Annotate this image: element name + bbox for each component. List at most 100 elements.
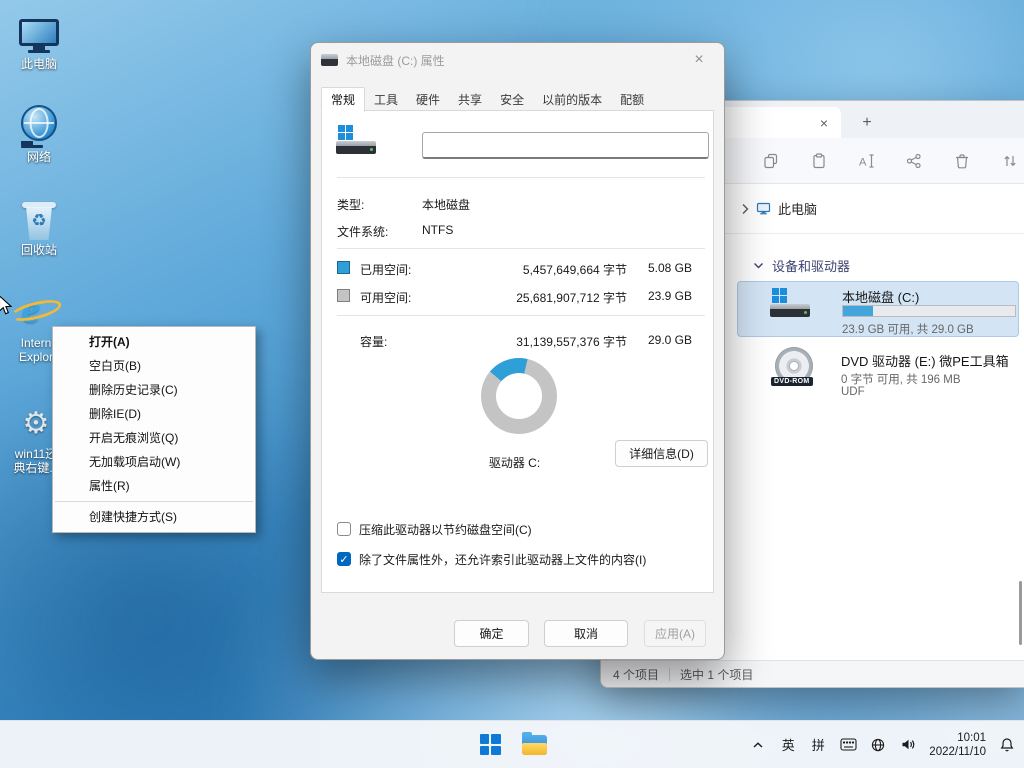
separator xyxy=(337,177,705,178)
index-checkbox-row[interactable]: 除了文件属性外，还允许索引此驱动器上文件的内容(I) xyxy=(337,551,646,567)
volume-label-input[interactable] xyxy=(422,132,709,159)
ok-button[interactable]: 确定 xyxy=(454,620,529,647)
menu-item-delete-ie[interactable]: 删除IE(D) xyxy=(53,402,255,426)
compress-checkbox-row[interactable]: 压缩此驱动器以节约磁盘空间(C) xyxy=(337,521,532,537)
checkbox-checked[interactable] xyxy=(337,552,351,566)
tab-quota[interactable]: 配额 xyxy=(611,90,653,111)
copy-button[interactable] xyxy=(757,147,785,175)
volume-button[interactable] xyxy=(899,729,917,761)
compress-checkbox-label: 压缩此驱动器以节约磁盘空间(C) xyxy=(359,521,532,538)
network-globe-icon xyxy=(871,738,885,752)
dvd-name: DVD 驱动器 (E:) 微PE工具箱 xyxy=(841,351,1009,370)
rename-button[interactable]: A xyxy=(853,147,881,175)
free-label: 可用空间: xyxy=(360,289,411,306)
clock[interactable]: 10:01 2022/11/10 xyxy=(929,731,986,759)
network-icon xyxy=(3,101,75,147)
used-swatch xyxy=(337,261,350,274)
desktop-icon-recycle-bin[interactable]: 回收站 xyxy=(3,194,75,257)
scrollbar-thumb[interactable] xyxy=(1019,581,1022,645)
close-icon[interactable] xyxy=(684,48,714,72)
used-bytes: 5,457,649,664 字节 xyxy=(417,261,627,278)
type-label: 类型: xyxy=(337,196,364,213)
drive-usage-bar xyxy=(842,305,1016,317)
share-button[interactable] xyxy=(900,147,928,175)
drive-caption: 驱动器 C: xyxy=(432,454,597,471)
drive-detail: 23.9 GB 可用, 共 29.0 GB xyxy=(842,321,974,337)
free-swatch xyxy=(337,289,350,302)
drive-name: 本地磁盘 (C:) xyxy=(842,287,919,306)
tab-security[interactable]: 安全 xyxy=(491,90,533,111)
menu-item-inprivate[interactable]: 开启无痕浏览(Q) xyxy=(53,426,255,450)
dialog-tabs: 常规 工具 硬件 共享 安全 以前的版本 配额 xyxy=(321,86,714,111)
file-explorer-button[interactable] xyxy=(514,725,554,765)
index-checkbox-label: 除了文件属性外，还允许索引此驱动器上文件的内容(I) xyxy=(359,551,646,568)
dialog-title: 本地磁盘 (C:) 属性 xyxy=(346,52,684,69)
checkbox-unchecked[interactable] xyxy=(337,522,351,536)
used-gb: 5.08 GB xyxy=(627,261,692,275)
new-tab-button[interactable] xyxy=(855,111,879,135)
free-gb: 23.9 GB xyxy=(627,289,692,303)
tray-time: 10:01 xyxy=(929,731,986,745)
start-button[interactable] xyxy=(470,725,510,765)
menu-item-delete-history[interactable]: 删除历史记录(C) xyxy=(53,378,255,402)
dvd-drive-item[interactable]: DVD-ROM DVD 驱动器 (E:) 微PE工具箱 0 字节 可用, 共 1… xyxy=(737,343,1019,403)
context-menu: 打开(A) 空白页(B) 删除历史记录(C) 删除IE(D) 开启无痕浏览(Q)… xyxy=(52,326,256,533)
chevron-right-icon xyxy=(741,203,749,215)
trash-icon xyxy=(954,153,970,169)
details-button[interactable]: 详细信息(D) xyxy=(615,440,708,467)
menu-item-create-shortcut[interactable]: 创建快捷方式(S) xyxy=(53,505,255,529)
network-button[interactable] xyxy=(869,729,887,761)
tab-general[interactable]: 常规 xyxy=(321,87,365,112)
breadcrumb-item[interactable]: 此电脑 xyxy=(778,199,817,218)
delete-button[interactable] xyxy=(948,147,976,175)
sort-icon xyxy=(1002,153,1018,169)
this-pc-icon xyxy=(3,8,75,54)
apply-button[interactable]: 应用(A) xyxy=(644,620,706,647)
windows-logo-icon xyxy=(480,734,501,755)
capacity-bytes: 31,139,557,376 字节 xyxy=(417,333,627,350)
bell-icon xyxy=(1000,737,1014,752)
tab-sharing[interactable]: 共享 xyxy=(449,90,491,111)
free-bytes: 25,681,907,712 字节 xyxy=(417,289,627,306)
tab-previous-versions[interactable]: 以前的版本 xyxy=(533,90,611,111)
chevron-up-icon xyxy=(752,741,764,749)
touch-keyboard-button[interactable] xyxy=(839,729,857,761)
cancel-button[interactable]: 取消 xyxy=(544,620,628,647)
drive-icon xyxy=(336,125,380,154)
menu-item-properties[interactable]: 属性(R) xyxy=(53,474,255,498)
copy-icon xyxy=(763,153,779,169)
keyboard-icon xyxy=(840,738,857,751)
menu-item-open[interactable]: 打开(A) xyxy=(53,330,255,354)
capacity-gb: 29.0 GB xyxy=(627,333,692,347)
tab-tools[interactable]: 工具 xyxy=(365,90,407,111)
tray-date: 2022/11/10 xyxy=(929,745,986,759)
capacity-donut xyxy=(481,358,557,434)
this-pc-mini-icon xyxy=(756,202,771,215)
capacity-label: 容量: xyxy=(360,333,387,350)
menu-item-blank-page[interactable]: 空白页(B) xyxy=(53,354,255,378)
language-button[interactable]: 英 xyxy=(779,729,797,761)
sort-button[interactable] xyxy=(996,147,1024,175)
properties-dialog: 本地磁盘 (C:) 属性 常规 工具 硬件 共享 安全 以前的版本 配额 类型:… xyxy=(310,42,725,660)
desktop-icon-network[interactable]: 网络 xyxy=(3,101,75,164)
selected-count: 选中 1 个项目 xyxy=(680,666,753,683)
drive-mini-icon xyxy=(321,54,338,66)
tab-close-icon[interactable] xyxy=(815,114,833,132)
group-header-devices[interactable]: 设备和驱动器 xyxy=(753,256,850,275)
group-header-label: 设备和驱动器 xyxy=(772,256,850,275)
folder-icon xyxy=(522,735,547,755)
tray-chevron-button[interactable] xyxy=(749,729,767,761)
mouse-cursor xyxy=(0,295,13,316)
notification-button[interactable] xyxy=(998,729,1016,761)
ime-mode-button[interactable]: 拼 xyxy=(809,729,827,761)
desktop-icon-this-pc[interactable]: 此电脑 xyxy=(3,8,75,71)
used-label: 已用空间: xyxy=(360,261,411,278)
tab-hardware[interactable]: 硬件 xyxy=(407,90,449,111)
paste-icon xyxy=(811,153,827,169)
menu-item-no-addons[interactable]: 无加载项启动(W) xyxy=(53,450,255,474)
paste-button[interactable] xyxy=(805,147,833,175)
menu-separator xyxy=(55,501,253,502)
filesystem-value: NTFS xyxy=(422,223,453,237)
drive-c-item[interactable]: 本地磁盘 (C:) 23.9 GB 可用, 共 29.0 GB xyxy=(737,281,1019,337)
dvd-detail: 0 字节 可用, 共 196 MB xyxy=(841,371,961,387)
